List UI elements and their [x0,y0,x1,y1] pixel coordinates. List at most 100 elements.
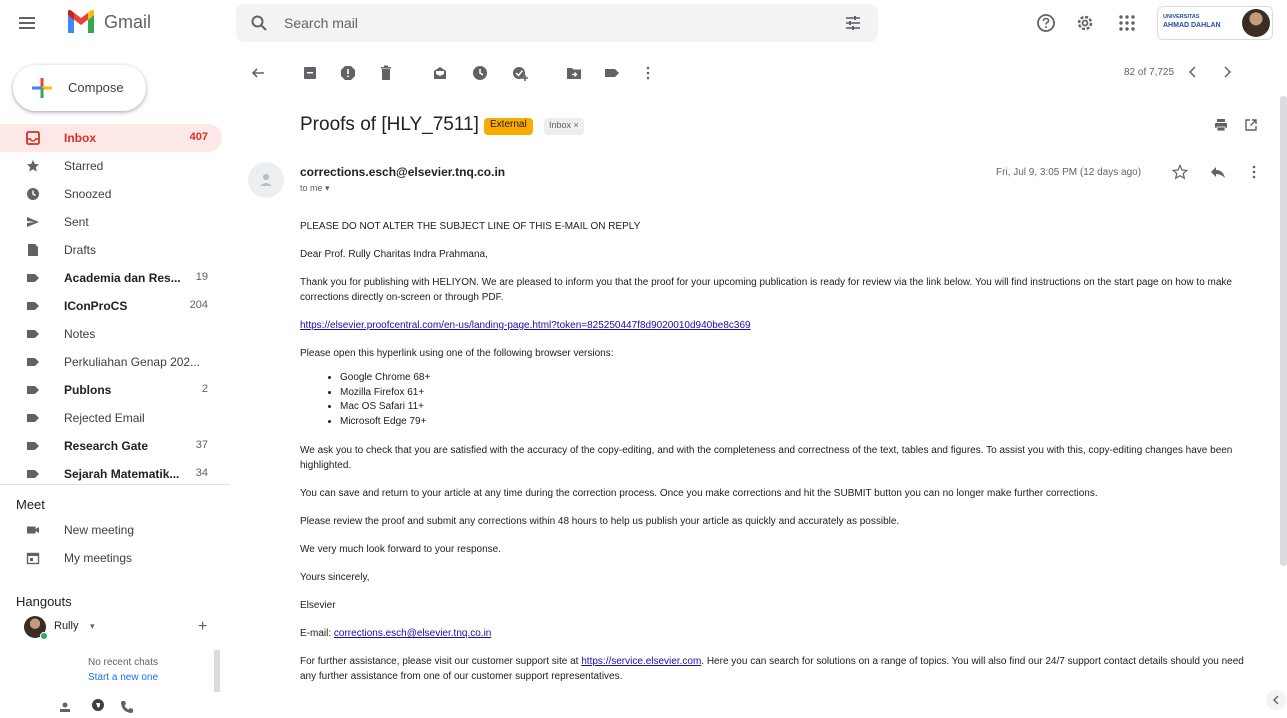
body-paragraph: You can save and return to your article … [300,488,1098,499]
unread-count: 204 [189,299,208,311]
search-icon[interactable] [250,14,268,32]
phone-icon[interactable] [120,700,134,714]
more-vertical-icon[interactable] [1248,164,1260,180]
account-switcher[interactable]: UNIVERSITAS AHMAD DAHLAN [1157,6,1273,40]
compose-button[interactable]: Compose [13,65,146,111]
unread-count: 19 [195,271,208,283]
sidebar-item-academia[interactable]: Academia dan Res... 19 [0,264,222,292]
report-spam-icon[interactable] [340,65,356,81]
label-as-icon[interactable] [604,65,620,81]
chevron-right-icon[interactable] [1220,64,1234,80]
sidebar-item-publons[interactable]: Publons 2 [0,376,222,404]
side-panel-toggle-icon[interactable] [1266,690,1286,710]
archive-icon[interactable] [302,65,318,81]
add-to-tasks-icon[interactable] [512,65,528,81]
chevron-left-icon[interactable] [1186,64,1200,80]
start-new-chat-link[interactable]: Start a new one [68,672,178,683]
delete-icon[interactable] [378,65,394,81]
reply-icon[interactable] [1210,164,1226,180]
browser-list: Google Chrome 68+ Mozilla Firefox 61+ Ma… [340,371,1260,429]
remove-label-icon[interactable]: × [574,120,579,130]
main-scrollbar[interactable] [1280,96,1287,566]
video-camera-icon [26,523,40,537]
recipient-details[interactable]: to me ▾ [300,183,330,194]
search-options-icon[interactable] [844,14,862,32]
chat-bubble-icon[interactable] [90,698,106,714]
sidebar-item-label: Sent [64,215,89,229]
sidebar-item-inbox[interactable]: Inbox 407 [0,124,222,152]
contacts-icon[interactable] [58,700,72,714]
sidebar-item-label: Publons [64,383,112,397]
caret-down-icon[interactable]: ▾ [90,621,95,632]
account-avatar[interactable] [1242,9,1270,37]
sidebar-item-label: Snoozed [64,187,112,201]
email-label: E-mail: [300,628,334,639]
label-icon [26,271,40,285]
list-item: Mozilla Firefox 61+ [340,386,1260,401]
sidebar-item-sejarah[interactable]: Sejarah Matematik... 34 [0,460,222,482]
label-icon [26,467,40,481]
snooze-clock-icon[interactable] [472,65,488,81]
plus-icon [31,77,53,99]
unread-count: 34 [195,467,208,479]
support-site-link[interactable]: https://service.elsevier.com [581,656,701,667]
star-icon [26,159,40,173]
contact-email-link[interactable]: corrections.esch@elsevier.tnq.co.in [334,628,491,639]
calendar-icon [26,551,40,565]
sidebar-item-sent[interactable]: Sent [0,208,222,236]
new-meeting-button[interactable]: New meeting [0,516,222,544]
sidebar-item-label: IConProCS [64,299,128,313]
unread-count: 2 [201,383,208,395]
draft-icon [26,243,40,257]
sidebar-item-label: Academia dan Res... [64,271,181,285]
hangouts-tabs [58,698,168,718]
body-paragraph: For further assistance, please visit our… [300,654,1260,684]
sender-email[interactable]: corrections.esch@elsevier.tnq.co.in [300,165,505,179]
email-date: Fri, Jul 9, 3:05 PM (12 days ago) [996,167,1142,178]
inbox-label-text: Inbox [549,120,572,130]
unread-count: 37 [195,439,208,451]
more-options-icon[interactable] [640,65,656,81]
email-body: PLEASE DO NOT ALTER THE SUBJECT LINE OF … [300,219,1260,697]
inbox-label-chip[interactable]: Inbox × [544,118,584,135]
caret-down-icon[interactable]: ▾ [325,183,330,193]
body-paragraph: Yours sincerely, [300,572,370,583]
hangouts-scrollbar[interactable] [214,650,220,692]
no-recent-chats: No recent chats [87,657,159,668]
sidebar-divider [0,484,230,485]
proof-link[interactable]: https://elsevier.proofcentral.com/en-us/… [300,320,751,331]
add-chat-icon[interactable]: + [198,618,207,636]
unread-count: 407 [189,131,208,143]
star-outline-icon[interactable] [1172,164,1188,180]
body-paragraph: Please review the proof and submit any c… [300,516,900,527]
sidebar-item-perkuliahan[interactable]: Perkuliahan Genap 202... [0,348,222,376]
sidebar-item-rejected-email[interactable]: Rejected Email [0,404,222,432]
open-in-new-window-icon[interactable] [1244,118,1258,132]
sidebar-item-starred[interactable]: Starred [0,152,222,180]
body-paragraph: We very much look forward to your respon… [300,544,502,555]
list-item: Google Chrome 68+ [340,371,1260,386]
main-menu-icon[interactable] [16,12,38,34]
hangouts-user[interactable]: Rully ▾ + [24,616,224,640]
settings-gear-icon[interactable] [1075,13,1095,33]
my-meetings-button[interactable]: My meetings [0,544,222,572]
help-icon[interactable] [1036,13,1056,33]
list-item: Mac OS Safari 11+ [340,400,1260,415]
mark-unread-icon[interactable] [432,65,448,81]
gmail-logo-icon[interactable] [66,9,96,35]
sidebar-item-iconprocs[interactable]: IConProCS 204 [0,292,222,320]
sidebar-item-snoozed[interactable]: Snoozed [0,180,222,208]
compose-label: Compose [68,80,124,95]
sidebar-item-notes[interactable]: Notes [0,320,222,348]
back-arrow-icon[interactable] [250,65,266,81]
search-bar[interactable] [236,4,878,42]
print-icon[interactable] [1214,118,1228,132]
hangouts-header: Hangouts [16,594,72,609]
search-input[interactable] [284,12,824,34]
move-to-icon[interactable] [566,65,582,81]
pagination-count: 82 of 7,725 [1124,67,1175,78]
sidebar-item-research-gate[interactable]: Research Gate 37 [0,432,222,460]
sidebar-item-drafts[interactable]: Drafts [0,236,222,264]
google-apps-icon[interactable] [1117,13,1137,33]
my-meetings-label: My meetings [64,551,133,565]
